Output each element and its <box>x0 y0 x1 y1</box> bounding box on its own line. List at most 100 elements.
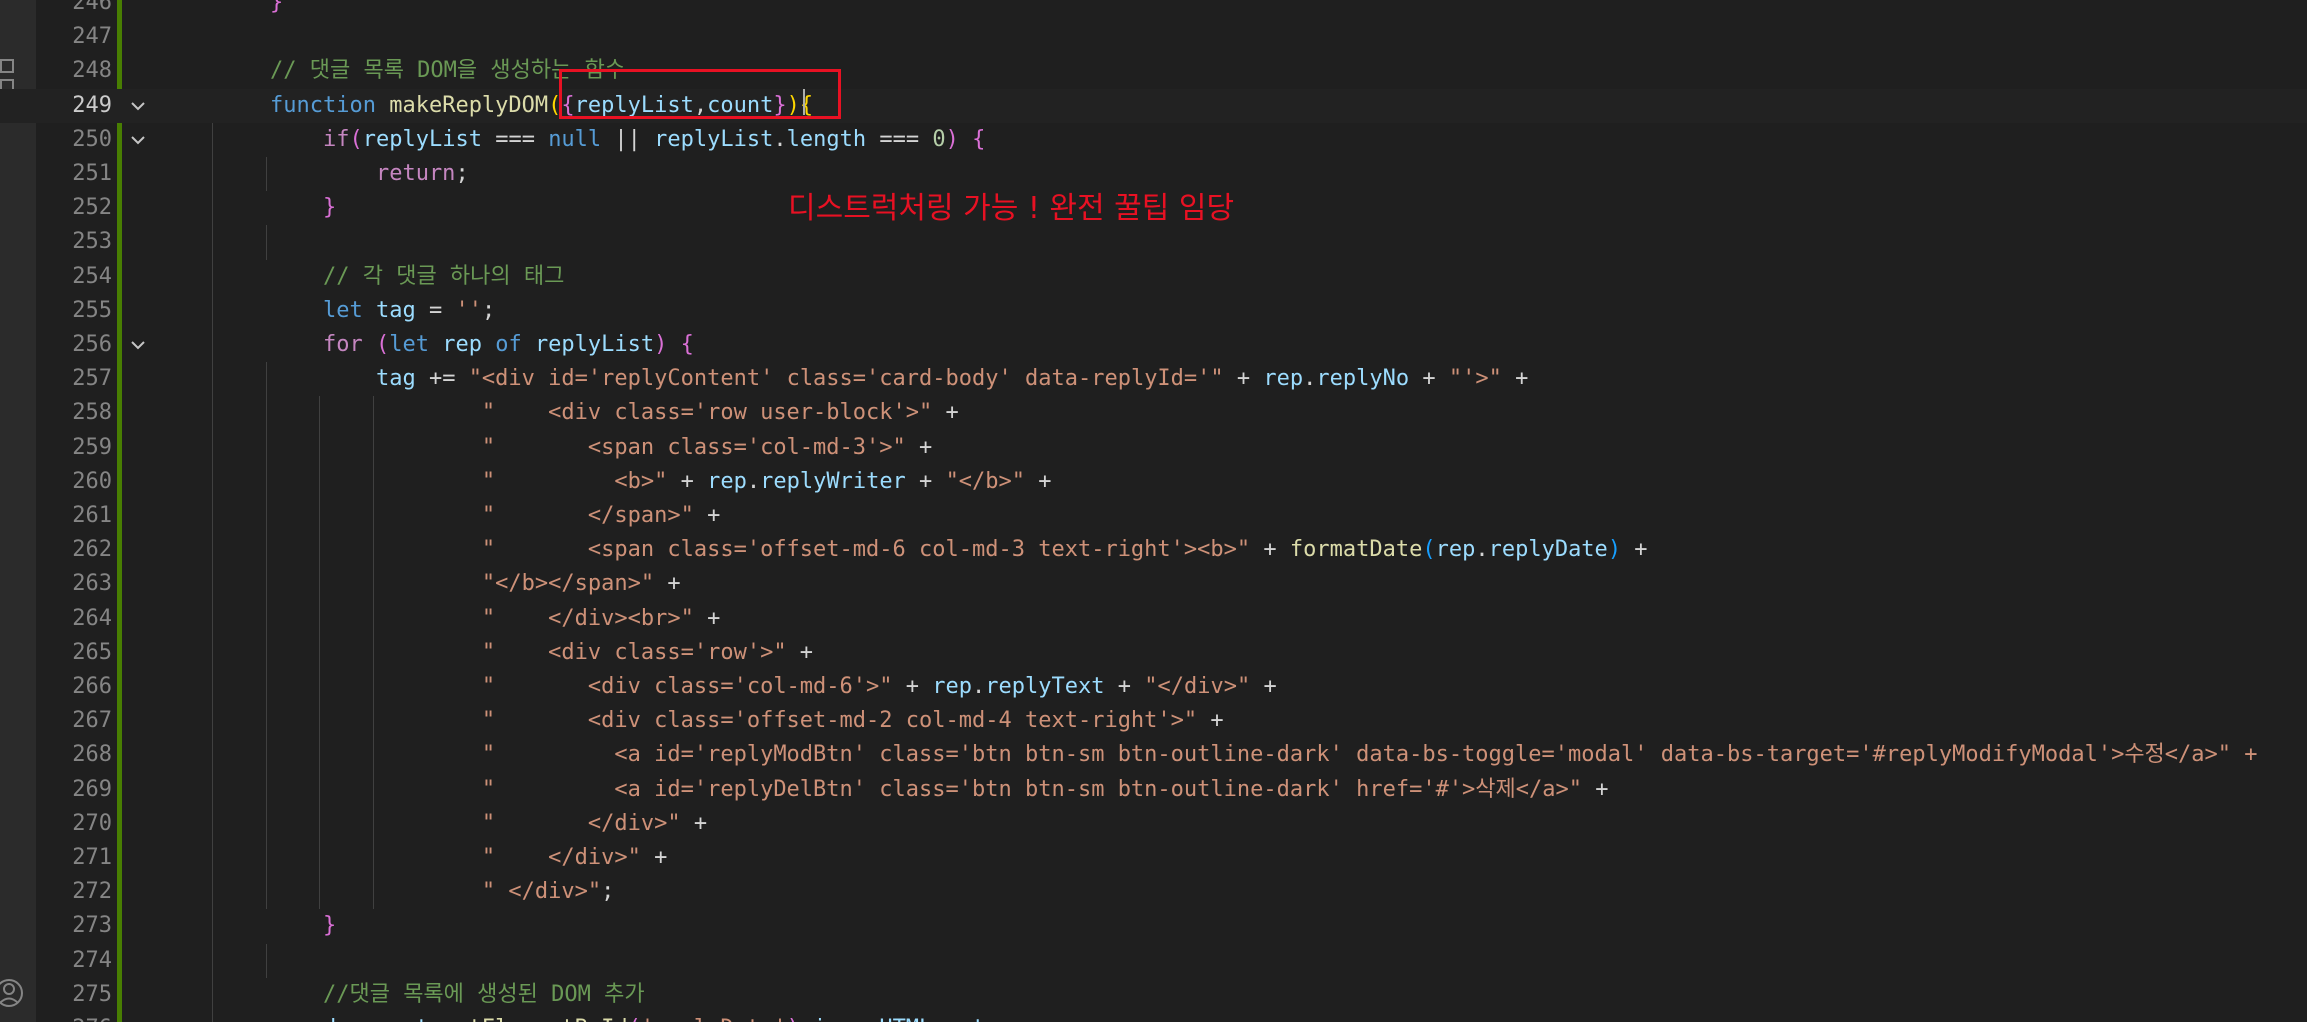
code-line[interactable]: 273 } <box>0 909 2307 944</box>
code-text[interactable]: " <a id='replyModBtn' class='btn btn-sm … <box>270 738 2258 772</box>
code-token: = <box>932 1016 972 1022</box>
code-token: . <box>972 674 986 699</box>
code-line[interactable]: 246} <box>0 0 2307 20</box>
code-line[interactable]: 270 " </div>" + <box>0 806 2307 841</box>
line-number: 262 <box>72 537 112 563</box>
code-line[interactable]: 266 " <div class='col-md-6'>" + rep.repl… <box>0 670 2307 705</box>
code-text[interactable]: " <span class='offset-md-6 col-md-3 text… <box>270 533 1648 567</box>
code-line[interactable]: 269 " <a id='replyDelBtn' class='btn btn… <box>0 772 2307 807</box>
code-editor[interactable]: 246} 247 248// 댓글 목록 DOM을 생성하는 함수 249 functi… <box>0 0 2307 1022</box>
indent-guide <box>265 362 267 397</box>
code-token: + <box>905 468 946 494</box>
code-token: } <box>270 913 337 939</box>
text-cursor <box>803 89 805 115</box>
code-token: ; <box>481 297 496 323</box>
code-line[interactable]: 253 <box>0 225 2307 260</box>
code-token: ; <box>455 161 469 186</box>
code-text[interactable]: let tag = ''; <box>270 294 495 328</box>
code-text[interactable]: " </div>"; <box>270 875 614 909</box>
code-line[interactable]: 267 " <div class='offset-md-2 col-md-4 t… <box>0 704 2307 739</box>
code-text[interactable]: " </span>" + <box>270 499 720 533</box>
indent-guide <box>265 567 267 602</box>
code-token: + <box>680 810 708 836</box>
code-line[interactable]: 257 tag += "<div id='replyContent' class… <box>0 362 2307 397</box>
code-token: "'>" <box>1448 366 1502 392</box>
code-text[interactable]: " <div class='row'>" + <box>270 636 813 670</box>
code-line[interactable]: 262 " <span class='offset-md-6 col-md-3 … <box>0 533 2307 568</box>
code-line[interactable]: 271 " </div>" + <box>0 841 2307 876</box>
indent-guide <box>212 772 213 807</box>
code-line[interactable]: 265 " <div class='row'>" + <box>0 635 2307 670</box>
line-number: 274 <box>72 947 112 973</box>
indent-guide <box>212 841 213 876</box>
code-text[interactable]: } <box>270 0 283 20</box>
code-line[interactable]: 249 function makeReplyDOM({replyList,coun… <box>0 88 2307 123</box>
code-token: ; <box>601 879 615 905</box>
indent-guide <box>265 225 267 260</box>
code-text[interactable]: } <box>270 909 336 943</box>
line-number: 251 <box>72 161 112 186</box>
indent-guide <box>212 191 213 226</box>
indent-guide <box>265 704 267 739</box>
code-line[interactable]: 250 if(replyList === null || replyList.l… <box>0 122 2307 157</box>
code-line[interactable]: 268 " <a id='replyModBtn' class='btn btn… <box>0 738 2307 773</box>
code-token: + <box>654 571 681 597</box>
code-text[interactable]: for (let rep of replyList) { <box>270 328 694 362</box>
code-token: tag <box>270 366 416 392</box>
code-line[interactable]: 276 document.getElementById('replyData')… <box>0 1012 2307 1022</box>
indent-guide <box>212 225 213 260</box>
code-text[interactable]: " </div><br>" + <box>270 602 720 636</box>
code-token: rep <box>1263 366 1304 392</box>
code-text[interactable]: tag += "<div id='replyContent' class='ca… <box>270 362 1528 396</box>
code-token: replyDate <box>1488 537 1608 563</box>
code-token: . <box>800 1016 813 1022</box>
code-token: . <box>773 126 787 152</box>
code-line[interactable]: 274 <box>0 943 2307 978</box>
code-line[interactable]: 247 <box>0 20 2307 54</box>
indent-guide <box>265 875 267 910</box>
chevron-down-icon[interactable] <box>128 335 148 355</box>
chevron-down-icon[interactable] <box>128 96 148 116</box>
code-text[interactable]: " <span class='col-md-3'>" + <box>270 431 932 465</box>
indent-guide <box>212 1012 213 1022</box>
code-line[interactable]: 248// 댓글 목록 DOM을 생성하는 함수 <box>0 54 2307 88</box>
code-text[interactable]: // 각 댓글 하나의 태그 <box>270 260 564 294</box>
code-line[interactable]: 259 " <span class='col-md-3'>" + <box>0 430 2307 465</box>
code-text[interactable]: if(replyList === null || replyList.lengt… <box>270 123 985 157</box>
code-line[interactable]: 255 let tag = ''; <box>0 293 2307 328</box>
code-line[interactable]: 256 for (let rep of replyList) { <box>0 328 2307 363</box>
code-text[interactable]: " <div class='offset-md-2 col-md-4 text-… <box>270 704 1224 738</box>
code-text[interactable]: " </div>" + <box>270 807 707 841</box>
code-text[interactable]: " <div class='row user-block'>" + <box>270 396 959 430</box>
code-text[interactable]: " </div>" + <box>270 841 667 875</box>
code-text[interactable]: return; <box>270 157 469 191</box>
indent-guide <box>212 430 213 465</box>
code-line[interactable]: 275 //댓글 목록에 생성된 DOM 추가 <box>0 977 2307 1012</box>
code-text[interactable]: //댓글 목록에 생성된 DOM 추가 <box>270 978 645 1012</box>
code-text[interactable]: " <a id='replyDelBtn' class='btn btn-sm … <box>270 773 1609 807</box>
indent-guide <box>212 909 213 944</box>
code-text[interactable]: " <b>" + rep.replyWriter + "</b>" + <box>270 465 1052 499</box>
chevron-down-icon[interactable] <box>128 130 148 150</box>
line-number: 246 <box>72 0 112 15</box>
code-line[interactable]: 258 " <div class='row user-block'>" + <box>0 396 2307 431</box>
code-token: //댓글 목록에 생성된 DOM 추가 <box>270 981 645 1007</box>
code-line[interactable]: 261 " </span>" + <box>0 499 2307 534</box>
code-token: 'replyData' <box>641 1016 787 1022</box>
code-token: let <box>270 297 376 323</box>
code-line[interactable]: 272 " </div>"; <box>0 875 2307 910</box>
code-text[interactable]: document.getElementById('replyData').inn… <box>270 1012 1025 1022</box>
code-token: " <span class='col-md-3'>" <box>270 434 906 460</box>
code-token: " <div class='col-md-6'>" <box>270 674 893 699</box>
code-line[interactable]: 264 " </div><br>" + <box>0 601 2307 636</box>
code-line[interactable]: 260 " <b>" + rep.replyWriter + "</b>" + <box>0 464 2307 499</box>
code-token: innerHTML <box>813 1016 932 1022</box>
code-token: tag <box>972 1016 1012 1022</box>
code-text[interactable]: "</b></span>" + <box>270 567 681 601</box>
code-token: replyNo <box>1316 366 1410 392</box>
code-text[interactable]: } <box>270 191 336 225</box>
code-line[interactable]: 263 "</b></span>" + <box>0 567 2307 602</box>
code-text[interactable]: " <div class='col-md-6'>" + rep.replyTex… <box>270 670 1277 704</box>
code-line[interactable]: 254 // 각 댓글 하나의 태그 <box>0 259 2307 294</box>
line-number: 265 <box>72 639 112 665</box>
